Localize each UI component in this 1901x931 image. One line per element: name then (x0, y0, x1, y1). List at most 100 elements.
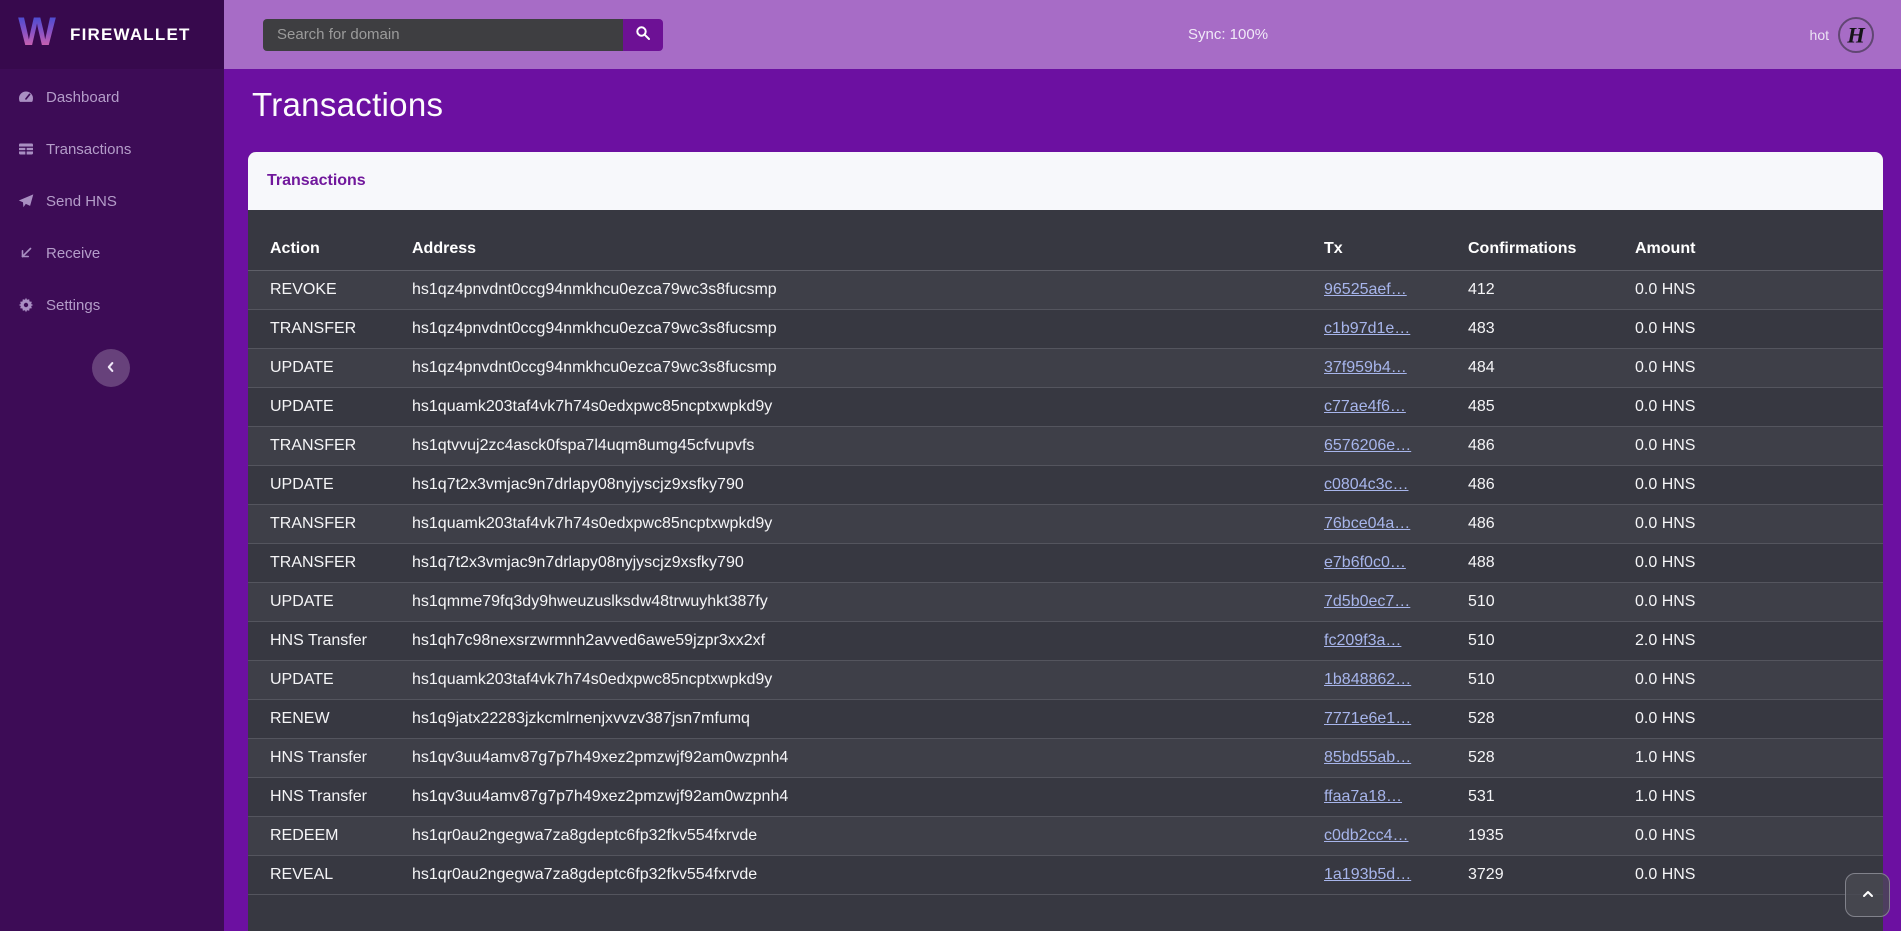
confirmations-cell: 486 (1468, 466, 1635, 505)
tx-link[interactable]: 37f959b4… (1324, 359, 1407, 376)
action-cell: TRANSFER (248, 310, 412, 349)
table-row: REVOKE hs1qz4pnvdnt0ccg94nmkhcu0ezca79wc… (248, 271, 1883, 310)
amount-cell: 0.0 HNS (1635, 661, 1883, 700)
confirmations-cell: 531 (1468, 778, 1635, 817)
address-cell: hs1quamk203taf4vk7h74s0edxpwc85ncptxwpkd… (412, 661, 1324, 700)
tx-link[interactable]: fc209f3a… (1324, 632, 1401, 649)
confirmations-cell: 485 (1468, 388, 1635, 427)
svg-text:W: W (18, 11, 56, 53)
sidebar-item-label: Send HNS (46, 193, 117, 210)
table-header-row: Action Address Tx Confirmations Amount (248, 210, 1883, 271)
sidebar-item-label: Transactions (46, 141, 131, 158)
sidebar-nav: Dashboard Transactions Send HNS (0, 71, 224, 331)
table-row: TRANSFER hs1qtvvuj2zc4asck0fspa7l4uqm8um… (248, 427, 1883, 466)
address-cell: hs1quamk203taf4vk7h74s0edxpwc85ncptxwpkd… (412, 388, 1324, 427)
action-cell: TRANSFER (248, 544, 412, 583)
action-cell: UPDATE (248, 583, 412, 622)
action-cell: TRANSFER (248, 427, 412, 466)
table-row: HNS Transfer hs1qv3uu4amv87g7p7h49xez2pm… (248, 778, 1883, 817)
tx-cell: 96525aef… (1324, 271, 1468, 310)
firewallet-logo-icon: W (14, 11, 60, 58)
tx-link[interactable]: 1a193b5d… (1324, 866, 1411, 883)
column-header-address: Address (412, 210, 1324, 271)
tx-cell: c1b97d1e… (1324, 310, 1468, 349)
tx-link[interactable]: 1b848862… (1324, 671, 1411, 688)
domain-search (263, 19, 663, 51)
sidebar-item-settings[interactable]: Settings (0, 279, 224, 331)
transactions-table: Action Address Tx Confirmations Amount R… (248, 210, 1883, 895)
address-cell: hs1qtvvuj2zc4asck0fspa7l4uqm8umg45cfvupv… (412, 427, 1324, 466)
tx-cell: 7771e6e1… (1324, 700, 1468, 739)
tx-link[interactable]: 6576206e… (1324, 437, 1411, 454)
table-row: UPDATE hs1quamk203taf4vk7h74s0edxpwc85nc… (248, 661, 1883, 700)
address-cell: hs1q7t2x3vmjac9n7drlapy08nyjyscjz9xsfky7… (412, 544, 1324, 583)
action-cell: TRANSFER (248, 505, 412, 544)
sync-status: Sync: 100% (1188, 0, 1268, 69)
action-cell: REVEAL (248, 856, 412, 895)
scroll-to-top-button[interactable] (1845, 873, 1890, 917)
tx-link[interactable]: 85bd55ab… (1324, 749, 1411, 766)
confirmations-cell: 484 (1468, 349, 1635, 388)
sidebar-collapse-button[interactable] (92, 349, 130, 387)
action-cell: RENEW (248, 700, 412, 739)
tx-cell: 1b848862… (1324, 661, 1468, 700)
tx-cell: c0804c3c… (1324, 466, 1468, 505)
gear-icon (17, 297, 35, 313)
sidebar-item-send-hns[interactable]: Send HNS (0, 175, 224, 227)
tx-link[interactable]: 7d5b0ec7… (1324, 593, 1410, 610)
card-title: Transactions (267, 172, 366, 190)
card-header: Transactions (248, 152, 1883, 210)
tx-link[interactable]: c0db2cc4… (1324, 827, 1409, 844)
address-cell: hs1qz4pnvdnt0ccg94nmkhcu0ezca79wc3s8fucs… (412, 271, 1324, 310)
amount-cell: 0.0 HNS (1635, 505, 1883, 544)
action-cell: HNS Transfer (248, 739, 412, 778)
action-cell: UPDATE (248, 349, 412, 388)
column-header-action: Action (248, 210, 412, 271)
confirmations-cell: 528 (1468, 700, 1635, 739)
tx-cell: 6576206e… (1324, 427, 1468, 466)
column-header-confirmations: Confirmations (1468, 210, 1635, 271)
sidebar: W FIREWALLET Dashboard (0, 0, 224, 931)
sidebar-item-transactions[interactable]: Transactions (0, 123, 224, 175)
tx-link[interactable]: c1b97d1e… (1324, 320, 1410, 337)
tx-cell: 76bce04a… (1324, 505, 1468, 544)
action-cell: REVOKE (248, 271, 412, 310)
page-title: Transactions (252, 86, 443, 124)
svg-text:H: H (1846, 22, 1866, 47)
table-row: TRANSFER hs1qz4pnvdnt0ccg94nmkhcu0ezca79… (248, 310, 1883, 349)
amount-cell: 0.0 HNS (1635, 427, 1883, 466)
tx-link[interactable]: c0804c3c… (1324, 476, 1409, 493)
paper-plane-icon (17, 193, 35, 209)
address-cell: hs1quamk203taf4vk7h74s0edxpwc85ncptxwpkd… (412, 505, 1324, 544)
amount-cell: 0.0 HNS (1635, 817, 1883, 856)
tx-cell: c77ae4f6… (1324, 388, 1468, 427)
search-button[interactable] (623, 19, 663, 51)
column-header-tx: Tx (1324, 210, 1468, 271)
amount-cell: 0.0 HNS (1635, 310, 1883, 349)
sidebar-item-receive[interactable]: Receive (0, 227, 224, 279)
search-input[interactable] (263, 19, 623, 51)
tx-cell: fc209f3a… (1324, 622, 1468, 661)
sidebar-item-dashboard[interactable]: Dashboard (0, 71, 224, 123)
tx-link[interactable]: e7b6f0c0… (1324, 554, 1406, 571)
address-cell: hs1q7t2x3vmjac9n7drlapy08nyjyscjz9xsfky7… (412, 466, 1324, 505)
tx-link[interactable]: c77ae4f6… (1324, 398, 1406, 415)
confirmations-cell: 483 (1468, 310, 1635, 349)
confirmations-cell: 510 (1468, 661, 1635, 700)
address-cell: hs1qv3uu4amv87g7p7h49xez2pmzwjf92am0wzpn… (412, 739, 1324, 778)
sidebar-item-label: Receive (46, 245, 100, 262)
handshake-logo-icon[interactable]: H (1838, 17, 1874, 53)
amount-cell: 1.0 HNS (1635, 778, 1883, 817)
action-cell: UPDATE (248, 466, 412, 505)
tx-cell: e7b6f0c0… (1324, 544, 1468, 583)
table-row: HNS Transfer hs1qh7c98nexsrzwrmnh2avved6… (248, 622, 1883, 661)
tx-link[interactable]: 76bce04a… (1324, 515, 1410, 532)
tx-link[interactable]: 7771e6e1… (1324, 710, 1411, 727)
amount-cell: 2.0 HNS (1635, 622, 1883, 661)
tx-link[interactable]: ffaa7a18… (1324, 788, 1402, 805)
action-cell: REDEEM (248, 817, 412, 856)
address-cell: hs1qmme79fq3dy9hweuzuslksdw48trwuyhkt387… (412, 583, 1324, 622)
tx-link[interactable]: 96525aef… (1324, 281, 1407, 298)
confirmations-cell: 510 (1468, 583, 1635, 622)
transactions-card: Transactions Action Address Tx Confirmat… (248, 152, 1883, 931)
